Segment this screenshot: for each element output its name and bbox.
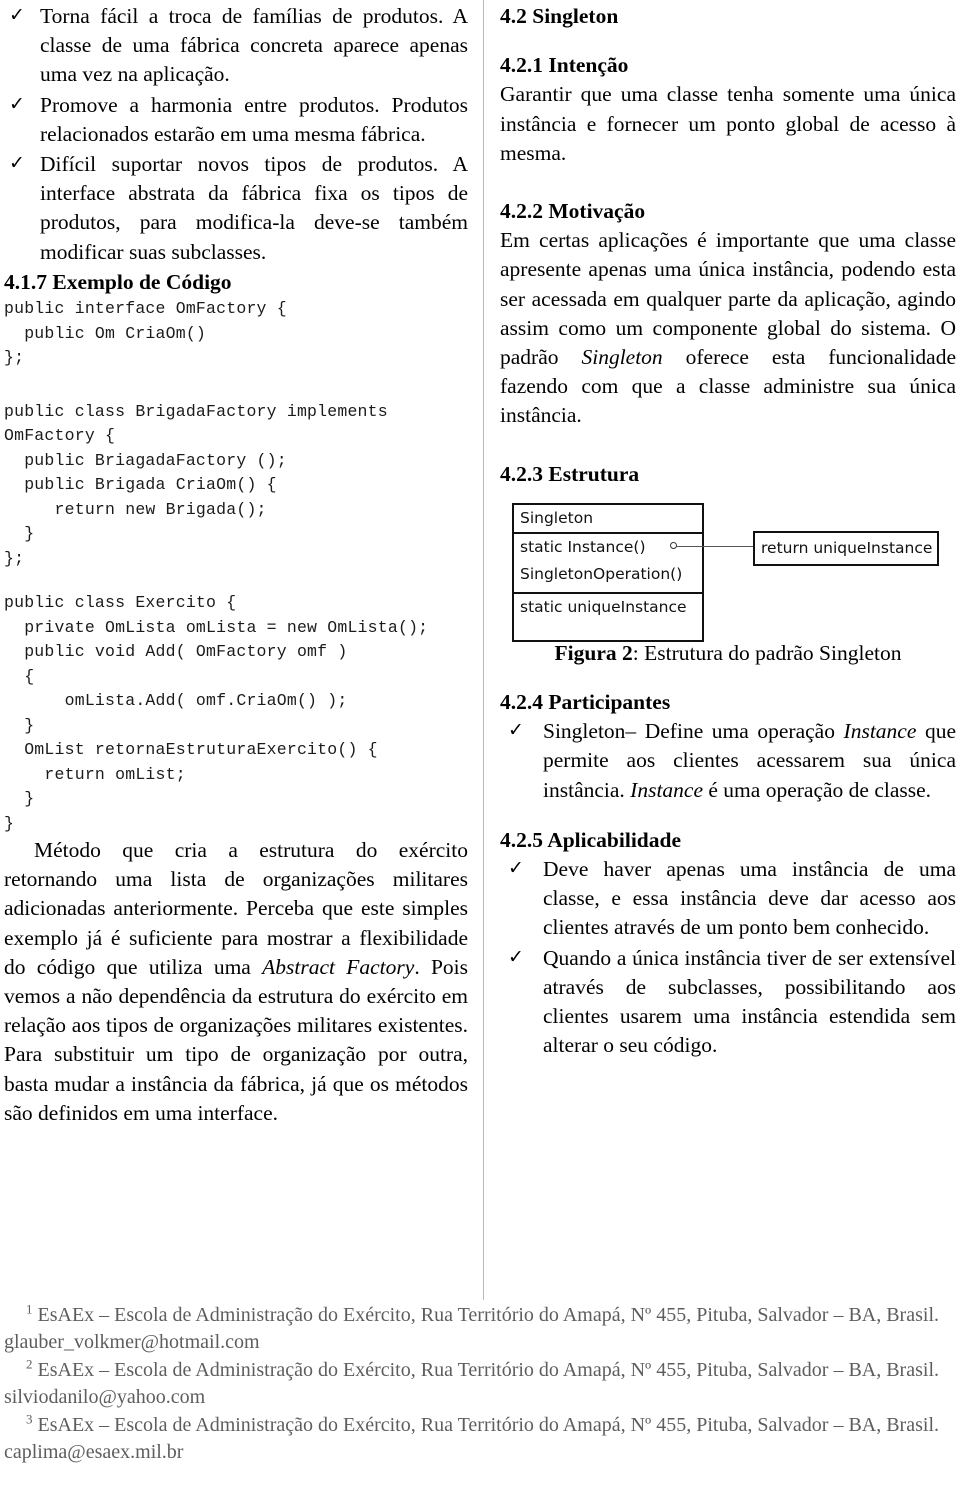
footnote-3: 3 EsAEx – Escola de Administração do Exé…	[4, 1412, 956, 1466]
list-item-text: Deve haver apenas uma instância de uma c…	[543, 857, 956, 940]
list-item-text: Torna fácil a troca de famílias de produ…	[40, 4, 468, 87]
participantes-bullet-list: ✓ Singleton– Define uma operação Instanc…	[500, 717, 956, 805]
uml-note-connector-line	[676, 545, 754, 547]
list-item: ✓ Deve haver apenas uma instância de uma…	[500, 855, 956, 943]
code-spacer	[4, 571, 468, 591]
heading-motivacao: 4.2.2 Motivação	[500, 199, 646, 224]
paragraph-motivacao: Em certas aplicações é importante que um…	[500, 226, 956, 430]
footnote-line-1: EsAEx – Escola de Administração do Exérc…	[37, 1359, 753, 1381]
heading-exemplo-de-codigo: 4.1.7 Exemplo de Código	[4, 269, 232, 294]
uml-class-box-singleton: Singleton static Instance() SingletonOpe…	[512, 502, 704, 642]
figure-caption-text: : Estrutura do padrão Singleton	[632, 640, 902, 665]
list-item: ✓ Difícil suportar novos tipos de produt…	[4, 150, 468, 267]
check-icon: ✓	[9, 4, 25, 26]
code-spacer	[4, 371, 468, 400]
closing-paragraph-italic-1: Abstract Factory	[262, 954, 415, 979]
list-item: ✓ Singleton– Define uma operação Instanc…	[500, 717, 956, 805]
column-divider-rule	[483, 0, 484, 1300]
code-block-omfactory-interface: public interface OmFactory { public Om C…	[4, 299, 287, 368]
participantes-italic-2: Instance	[630, 777, 704, 802]
document-page: ✓ Torna fácil a troca de famílias de pro…	[0, 0, 960, 1487]
check-icon: ✓	[508, 719, 524, 742]
footnote-marker: 3	[26, 1411, 33, 1427]
heading-participantes: 4.2.4 Participantes	[500, 690, 671, 715]
figure-caption-label: Figura 2	[554, 640, 633, 665]
uml-operation-singletonoperation: SingletonOperation()	[520, 564, 683, 583]
figure-caption: Figura 2: Estrutura do padrão Singleton	[500, 639, 956, 668]
footnote-marker: 2	[26, 1356, 33, 1372]
participantes-italic-1: Instance	[843, 719, 917, 744]
aplicabilidade-bullet-list: ✓ Deve haver apenas uma instância de uma…	[500, 855, 956, 1060]
footnote-1: 1 EsAEx – Escola de Administração do Exé…	[4, 1302, 956, 1356]
check-icon: ✓	[508, 857, 524, 880]
footnote-marker: 1	[26, 1301, 33, 1317]
check-icon: ✓	[508, 945, 524, 968]
motivacao-italic-1: Singleton	[581, 345, 663, 370]
footnotes-block: 1 EsAEx – Escola de Administração do Exé…	[4, 1302, 956, 1467]
footnote-line-1: EsAEx – Escola de Administração do Exérc…	[37, 1414, 753, 1436]
footnote-line-1: EsAEx – Escola de Administração do Exérc…	[37, 1304, 753, 1326]
heading-estrutura: 4.2.3 Estrutura	[500, 461, 640, 486]
footnote-2: 2 EsAEx – Escola de Administração do Exé…	[4, 1357, 956, 1411]
check-icon: ✓	[9, 152, 25, 175]
two-column-body: ✓ Torna fácil a troca de famílias de pro…	[0, 0, 960, 1300]
consequences-bullet-list: ✓ Torna fácil a troca de famílias de pro…	[4, 2, 468, 267]
participantes-part-3: é uma operação de classe.	[703, 777, 932, 802]
check-icon: ✓	[9, 92, 25, 115]
uml-attribute-uniqueinstance: static uniqueInstance	[520, 597, 687, 616]
code-block-exercito-class: public class Exercito { private OmLista …	[4, 593, 429, 833]
heading-singleton: 4.2 Singleton	[500, 4, 619, 28]
uml-class-name: Singleton	[520, 508, 594, 527]
left-column: ✓ Torna fácil a troca de famílias de pro…	[4, 2, 468, 1128]
right-column: 4.2 Singleton 4.2.1 Intenção Garantir qu…	[500, 2, 956, 1061]
heading-aplicabilidade: 4.2.5 Aplicabilidade	[500, 827, 681, 852]
code-block-brigadafactory-class: public class BrigadaFactory implements O…	[4, 401, 388, 568]
list-item: ✓ Quando a única instância tiver de ser …	[500, 944, 956, 1061]
figure-singleton-structure: Singleton static Instance() SingletonOpe…	[500, 489, 956, 642]
paragraph-intencao: Garantir que uma classe tenha somente um…	[500, 82, 956, 165]
list-item-text: Difícil suportar novos tipos de produtos…	[40, 152, 468, 264]
uml-operations-compartment: static Instance() SingletonOperation()	[514, 531, 702, 592]
closing-paragraph-part-2: . Pois vemos a não dependência da estrut…	[4, 954, 468, 1125]
list-item: ✓ Promove a harmonia entre produtos. Pro…	[4, 91, 468, 149]
uml-attributes-compartment: static uniqueInstance	[514, 591, 702, 640]
heading-intencao: 4.2.1 Intenção	[500, 53, 629, 78]
closing-paragraph: Método que cria a estrutura do exército …	[4, 836, 468, 1128]
uml-note-box: return uniqueInstance	[753, 530, 939, 566]
participantes-part-1: Singleton– Define uma operação	[543, 719, 844, 744]
list-item-text: Quando a única instância tiver de ser ex…	[543, 945, 956, 1058]
list-item: ✓ Torna fácil a troca de famílias de pro…	[4, 2, 468, 90]
list-item-text: Promove a harmonia entre produtos. Produ…	[40, 92, 468, 146]
